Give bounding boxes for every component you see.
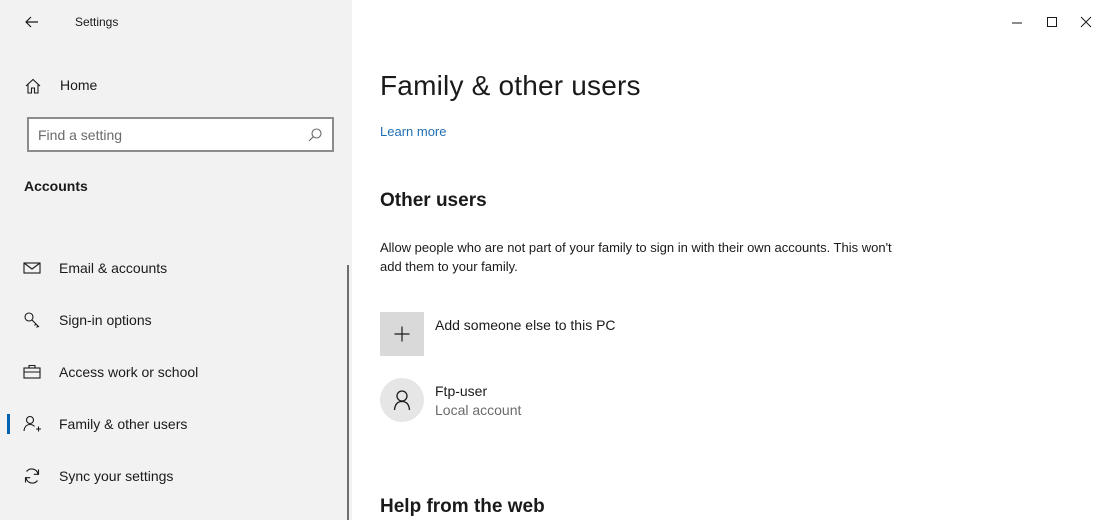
plus-icon xyxy=(392,324,412,344)
user-account-type: Local account xyxy=(435,402,522,418)
page-title: Family & other users xyxy=(380,70,641,101)
mail-icon xyxy=(22,258,42,278)
help-from-web-heading: Help from the web xyxy=(380,496,545,517)
close-icon[interactable] xyxy=(1074,10,1095,34)
sidebar-item-sync-settings[interactable]: Sync your settings xyxy=(0,456,345,496)
user-list-item[interactable]: Ftp-user Local account xyxy=(380,378,680,426)
window-title: Settings xyxy=(75,15,119,29)
sidebar-item-label: Sign-in options xyxy=(59,312,152,328)
other-users-description: Allow people who are not part of your fa… xyxy=(380,240,892,274)
user-name: Ftp-user xyxy=(435,383,488,399)
sync-icon xyxy=(22,466,42,486)
sidebar-item-sign-in-options[interactable]: Sign-in options xyxy=(0,300,345,340)
home-label: Home xyxy=(60,77,98,93)
maximize-icon[interactable] xyxy=(1040,10,1064,34)
avatar xyxy=(380,378,424,422)
learn-more-link[interactable]: Learn more xyxy=(380,124,446,139)
search-box[interactable] xyxy=(27,117,334,152)
search-icon[interactable] xyxy=(307,127,323,143)
other-users-heading: Other users xyxy=(380,190,487,211)
briefcase-icon xyxy=(22,362,42,382)
person-icon xyxy=(392,389,412,411)
key-icon xyxy=(22,310,42,330)
add-tile xyxy=(380,312,424,356)
section-title: Accounts xyxy=(24,178,88,194)
home-nav-item[interactable]: Home xyxy=(0,70,352,102)
search-input[interactable] xyxy=(29,119,299,150)
sidebar-item-label: Sync your settings xyxy=(59,468,174,484)
add-someone-button[interactable]: Add someone else to this PC xyxy=(380,312,680,356)
back-arrow-icon[interactable] xyxy=(22,12,42,32)
add-someone-label: Add someone else to this PC xyxy=(435,317,616,333)
sidebar-scrollbar[interactable] xyxy=(347,265,349,520)
sidebar-item-access-work-school[interactable]: Access work or school xyxy=(0,352,345,392)
sidebar-item-label: Email & accounts xyxy=(59,260,168,276)
sidebar-item-label: Access work or school xyxy=(59,364,199,380)
sidebar: Settings Home Accounts Email & accounts … xyxy=(0,0,352,520)
sidebar-item-family-other-users[interactable]: Family & other users xyxy=(0,404,345,444)
sidebar-item-email-accounts[interactable]: Email & accounts xyxy=(0,248,345,288)
minimize-icon[interactable] xyxy=(1005,10,1029,34)
person-add-icon xyxy=(22,414,42,434)
sidebar-item-label: Family & other users xyxy=(59,416,188,432)
selection-indicator xyxy=(7,414,10,434)
home-icon xyxy=(24,77,42,95)
